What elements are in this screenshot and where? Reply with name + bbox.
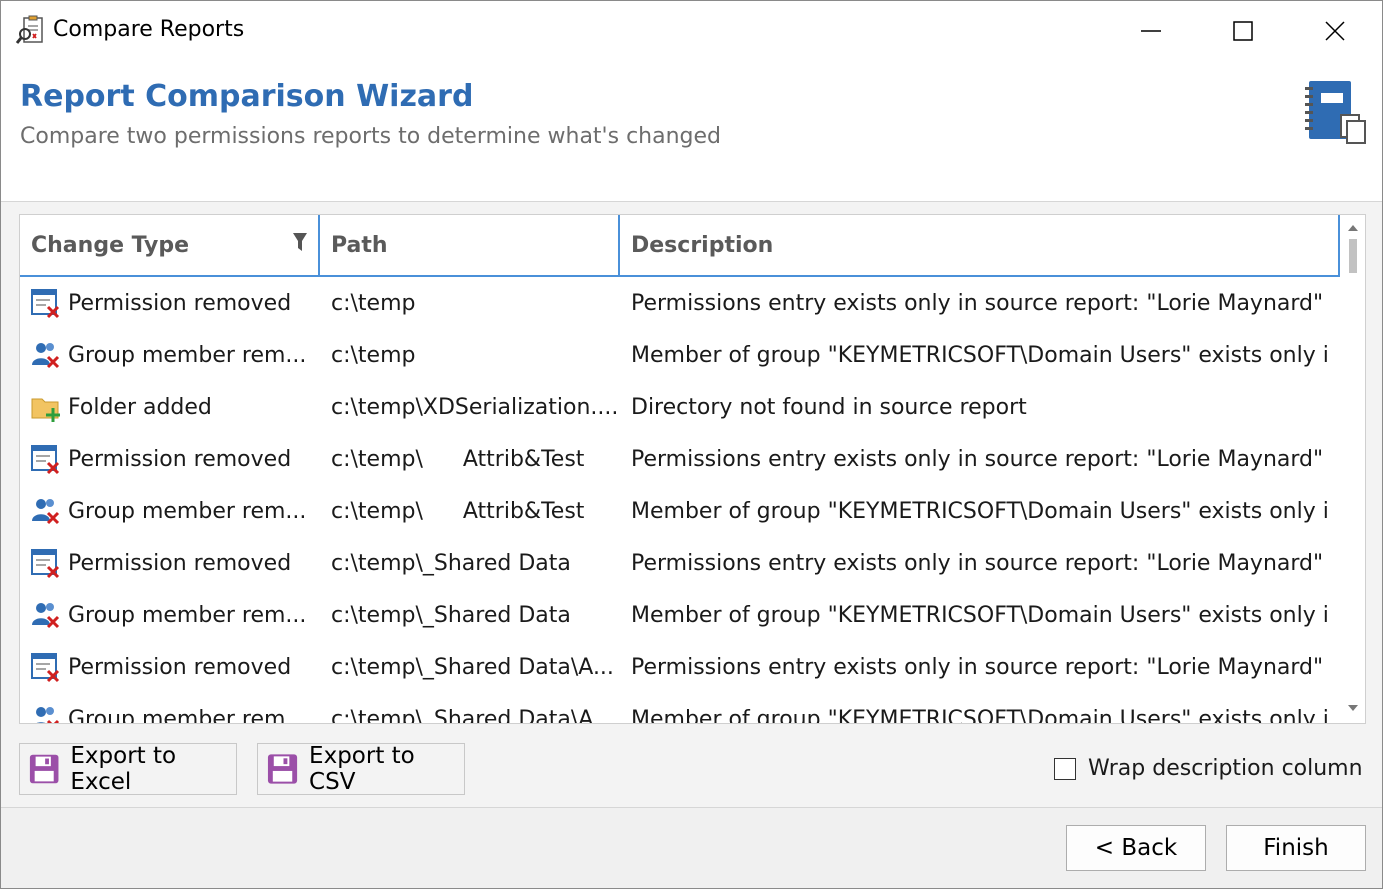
group-member-removed-icon: [32, 499, 60, 525]
table-row[interactable]: Permission removed c:\temp\ Attrib&Test …: [20, 433, 1340, 485]
window-title: Compare Reports: [53, 17, 245, 42]
path-text: c:\temp\_Shared Data\A...: [331, 706, 614, 724]
path-text: c:\temp: [331, 342, 416, 368]
change-type-text: Permission removed: [68, 290, 292, 316]
change-type-text: Group member rem...: [68, 602, 307, 628]
comparison-grid[interactable]: Change Type Path Description Permission …: [19, 214, 1366, 724]
description-text: Permissions entry exists only in source …: [631, 446, 1331, 472]
wrap-description-checkbox[interactable]: [1054, 757, 1076, 780]
change-type-text: Permission removed: [68, 550, 292, 576]
column-header-label: Change Type: [31, 232, 190, 258]
table-row[interactable]: Permission removed c:\temp\_Shared Data\…: [20, 641, 1340, 693]
scroll-up-icon[interactable]: [1347, 223, 1359, 233]
group-member-removed-icon: [32, 603, 60, 629]
description-text: Member of group "KEYMETRICSOFT\Domain Us…: [631, 498, 1331, 524]
path-text: c:\temp\: [331, 446, 423, 472]
path-text: c:\temp\: [331, 498, 423, 524]
table-row[interactable]: Group member rem... c:\temp\_Shared Data…: [20, 693, 1340, 724]
description-text: Member of group "KEYMETRICSOFT\Domain Us…: [631, 342, 1331, 368]
path-extra-text: Attrib&Test: [462, 498, 585, 524]
close-icon: [1325, 21, 1345, 41]
export-excel-label: Export to Excel: [70, 743, 177, 795]
scrollbar-thumb[interactable]: [1349, 239, 1357, 273]
change-type-text: Group member rem...: [68, 498, 307, 524]
change-type-text: Folder added: [68, 394, 212, 420]
wizard-title: Report Comparison Wizard: [20, 79, 474, 114]
minimize-icon: [1141, 30, 1161, 32]
floppy-disk-icon: [267, 754, 298, 784]
permission-removed-icon: [31, 445, 60, 475]
column-header-label: Path: [331, 232, 388, 258]
floppy-disk-icon: [29, 754, 59, 784]
description-text: Member of group "KEYMETRICSOFT\Domain Us…: [631, 602, 1331, 628]
column-header-description[interactable]: Description: [620, 215, 1340, 275]
description-text: Member of group "KEYMETRICSOFT\Domain Us…: [631, 706, 1331, 724]
maximize-icon: [1233, 21, 1253, 41]
export-excel-button[interactable]: Export to Excel: [19, 743, 237, 795]
title-bar[interactable]: Compare Reports: [1, 1, 1382, 61]
table-row[interactable]: Group member rem... c:\temp\ Attrib&Test…: [20, 485, 1340, 537]
compare-reports-icon: [15, 15, 43, 44]
wrap-description-label: Wrap description column: [1088, 756, 1363, 781]
compare-reports-window: Compare Reports Report Comparison Wizard…: [0, 0, 1383, 889]
description-text: Permissions entry exists only in source …: [631, 290, 1331, 316]
path-text: c:\temp\_Shared Data: [331, 550, 571, 576]
description-text: Permissions entry exists only in source …: [631, 654, 1331, 680]
wizard-footer: < Back Finish: [1, 807, 1382, 888]
table-row[interactable]: Group member rem... c:\temp\_Shared Data…: [20, 589, 1340, 641]
group-member-removed-icon: [32, 343, 60, 369]
export-csv-label: Export to CSV: [309, 743, 415, 795]
close-button[interactable]: [1289, 1, 1381, 61]
content-area: Change Type Path Description Permission …: [1, 201, 1382, 807]
group-member-removed-icon: [36, 707, 60, 723]
wrap-description-option[interactable]: Wrap description column: [1054, 756, 1363, 781]
grid-header: Change Type Path Description: [20, 215, 1340, 277]
column-header-path[interactable]: Path: [320, 215, 620, 275]
path-extra-text: Attrib&Test: [462, 446, 585, 472]
path-text: c:\temp\XDSerialization....: [331, 394, 616, 420]
table-row[interactable]: Permission removed c:\temp Permissions e…: [20, 277, 1340, 329]
permission-removed-icon: [31, 653, 60, 683]
finish-button[interactable]: Finish: [1226, 825, 1366, 871]
folder-added-icon: [31, 398, 60, 422]
export-csv-button[interactable]: Export to CSV: [257, 743, 465, 795]
maximize-button[interactable]: [1197, 1, 1289, 61]
filter-icon[interactable]: [292, 231, 308, 253]
finish-button-label: Finish: [1263, 835, 1329, 861]
change-type-text: Group member rem...: [68, 706, 307, 724]
column-header-change-type[interactable]: Change Type: [20, 215, 320, 275]
minimize-button[interactable]: [1105, 1, 1197, 61]
back-button[interactable]: < Back: [1066, 825, 1206, 871]
wizard-subtitle: Compare two permissions reports to deter…: [20, 124, 721, 149]
change-type-text: Permission removed: [68, 446, 292, 472]
description-text: Permissions entry exists only in source …: [631, 550, 1331, 576]
table-row[interactable]: Group member rem... c:\temp Member of gr…: [20, 329, 1340, 381]
path-text: c:\temp\_Shared Data: [331, 602, 571, 628]
grid-rows: Permission removed c:\temp Permissions e…: [20, 277, 1340, 724]
change-type-text: Permission removed: [68, 654, 292, 680]
back-button-label: < Back: [1094, 835, 1178, 861]
wizard-header: Report Comparison Wizard Compare two per…: [1, 61, 1382, 201]
table-row[interactable]: Folder added c:\temp\XDSerialization....…: [20, 381, 1340, 433]
path-text: c:\temp: [331, 290, 416, 316]
permission-removed-icon: [31, 289, 60, 319]
description-text: Directory not found in source report: [631, 394, 1027, 420]
table-row[interactable]: Permission removed c:\temp\_Shared Data …: [20, 537, 1340, 589]
report-notebook-icon: [1305, 81, 1366, 144]
grid-vertical-scrollbar[interactable]: [1341, 215, 1365, 723]
scroll-down-icon[interactable]: [1347, 703, 1359, 713]
permission-removed-icon: [31, 549, 60, 579]
column-header-label: Description: [631, 232, 774, 258]
change-type-text: Group member rem...: [68, 342, 307, 368]
path-text: c:\temp\_Shared Data\A...: [331, 654, 614, 680]
